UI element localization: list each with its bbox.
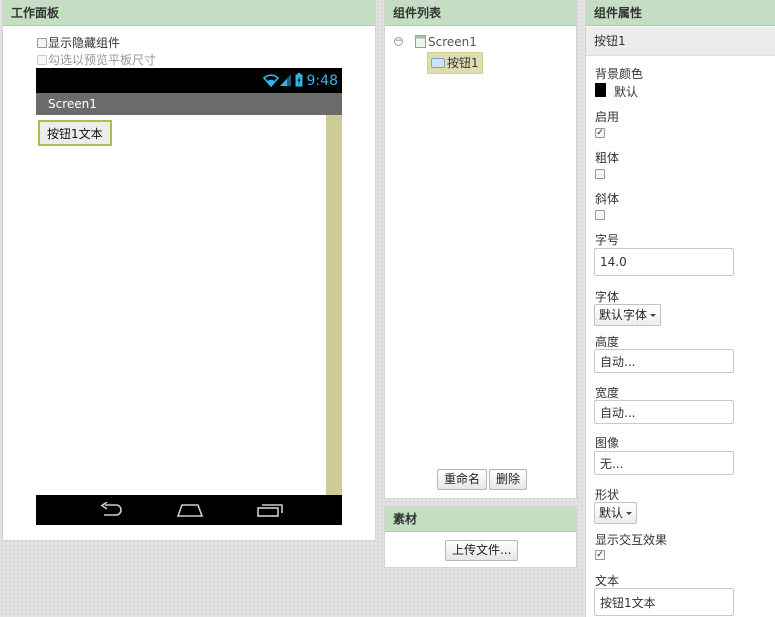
enabled-checkbox[interactable]: ✓ (595, 128, 605, 138)
viewer-header: 工作面板 (3, 1, 375, 26)
back-icon (98, 501, 124, 521)
tree-collapse-icon[interactable]: − (394, 37, 403, 46)
phone-status-bar: 9:48 (36, 68, 342, 93)
rename-button[interactable]: 重命名 (437, 469, 488, 490)
tree-item-button1[interactable]: 按钮1 (427, 52, 483, 74)
wifi-icon (262, 73, 279, 90)
dropdown-caret-icon (650, 314, 657, 317)
font-family-value: 默认字体 (599, 308, 648, 322)
bold-checkbox[interactable] (595, 169, 605, 179)
phone-preview: 9:48 Screen1 按钮1文本 (36, 68, 342, 525)
home-icon (176, 503, 204, 520)
background-color-value[interactable]: 默认 (614, 83, 638, 100)
button-component-icon (431, 55, 445, 75)
viewer-panel: 工作面板 显示隐藏组件 勾选以预览平板尺寸 9:48 Screen1 按钮1文本 (2, 0, 376, 541)
phone-nav-bar (36, 495, 342, 525)
upload-file-button[interactable]: 上传文件... (445, 540, 519, 561)
tablet-preview-checkbox[interactable] (37, 55, 47, 65)
media-header: 素材 (385, 507, 576, 532)
selected-component-name: 按钮1 (586, 27, 775, 56)
screen-title-bar: Screen1 (36, 93, 342, 115)
height-label: 高度 (595, 335, 620, 349)
components-header: 组件列表 (385, 1, 576, 26)
tree-item-button1-label: 按钮1 (447, 56, 479, 70)
bold-label: 粗体 (595, 151, 620, 165)
signal-icon (279, 73, 292, 90)
text-label: 文本 (595, 574, 620, 588)
screen-title: Screen1 (48, 97, 97, 111)
preview-button1[interactable]: 按钮1文本 (38, 120, 112, 146)
shape-value: 默认 (599, 506, 624, 520)
text-input[interactable] (594, 588, 734, 616)
screen-scroll-strip (326, 115, 342, 495)
image-label: 图像 (595, 436, 620, 450)
tree-item-screen1[interactable]: Screen1 (415, 35, 477, 51)
show-hidden-option[interactable]: 显示隐藏组件 (37, 36, 120, 50)
battery-icon (295, 72, 303, 90)
properties-header: 组件属性 (586, 1, 775, 26)
delete-button[interactable]: 删除 (489, 469, 528, 490)
shape-select[interactable]: 默认 (594, 502, 638, 524)
show-feedback-checkbox[interactable]: ✓ (595, 550, 605, 560)
shape-label: 形状 (595, 488, 620, 502)
components-panel: 组件列表 − Screen1 按钮1 重命名 删除 (384, 0, 577, 499)
screen-icon (415, 35, 426, 51)
tree-item-screen1-label: Screen1 (428, 35, 477, 49)
image-input[interactable] (594, 451, 734, 475)
show-hidden-checkbox[interactable] (37, 38, 47, 48)
show-hidden-label: 显示隐藏组件 (48, 36, 121, 50)
font-size-input[interactable] (594, 248, 734, 276)
font-family-select[interactable]: 默认字体 (594, 304, 662, 326)
height-input[interactable] (594, 349, 734, 373)
background-color-label: 背景颜色 (595, 67, 644, 81)
width-label: 宽度 (595, 386, 620, 400)
media-panel: 素材 上传文件... (384, 506, 577, 568)
width-input[interactable] (594, 400, 734, 424)
status-time: 9:48 (306, 73, 338, 89)
tablet-preview-option[interactable]: 勾选以预览平板尺寸 (37, 53, 156, 67)
recent-apps-icon (257, 503, 283, 520)
background-color-swatch[interactable] (595, 83, 606, 97)
font-family-label: 字体 (595, 290, 620, 304)
italic-checkbox[interactable] (595, 210, 605, 220)
properties-panel: 组件属性 按钮1 背景颜色 默认 启用 ✓ 粗体 斜体 字号 字体 默认字体 高… (585, 0, 775, 617)
phone-screen[interactable]: 按钮1文本 (36, 115, 342, 495)
tablet-preview-label: 勾选以预览平板尺寸 (48, 53, 157, 67)
enabled-label: 启用 (595, 110, 620, 124)
font-size-label: 字号 (595, 233, 620, 247)
dropdown-caret-icon (626, 512, 633, 515)
show-feedback-label: 显示交互效果 (595, 533, 668, 547)
italic-label: 斜体 (595, 192, 620, 206)
